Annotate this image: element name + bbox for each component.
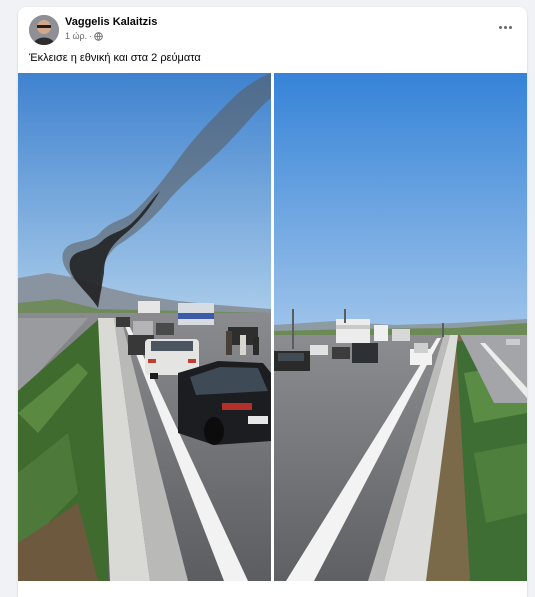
more-dot xyxy=(503,25,507,29)
post-card: Vaggelis Kalaitzis 1 ώρ. · Έκλεισε η εθν… xyxy=(18,7,527,597)
post-time[interactable]: 1 ώρ. xyxy=(65,31,87,41)
more-dot xyxy=(498,25,502,29)
post-meta: 1 ώρ. · xyxy=(65,31,103,41)
meta-separator: · xyxy=(89,31,93,41)
post-photo-left[interactable] xyxy=(18,73,271,581)
more-options-button[interactable] xyxy=(495,20,515,34)
avatar[interactable] xyxy=(29,15,59,45)
post-photo-right[interactable] xyxy=(274,73,527,581)
post-text: Έκλεισε η εθνική και στα 2 ρεύματα xyxy=(29,52,201,64)
author-name[interactable]: Vaggelis Kalaitzis xyxy=(65,16,157,28)
globe-icon xyxy=(94,31,103,41)
more-dot xyxy=(508,25,512,29)
